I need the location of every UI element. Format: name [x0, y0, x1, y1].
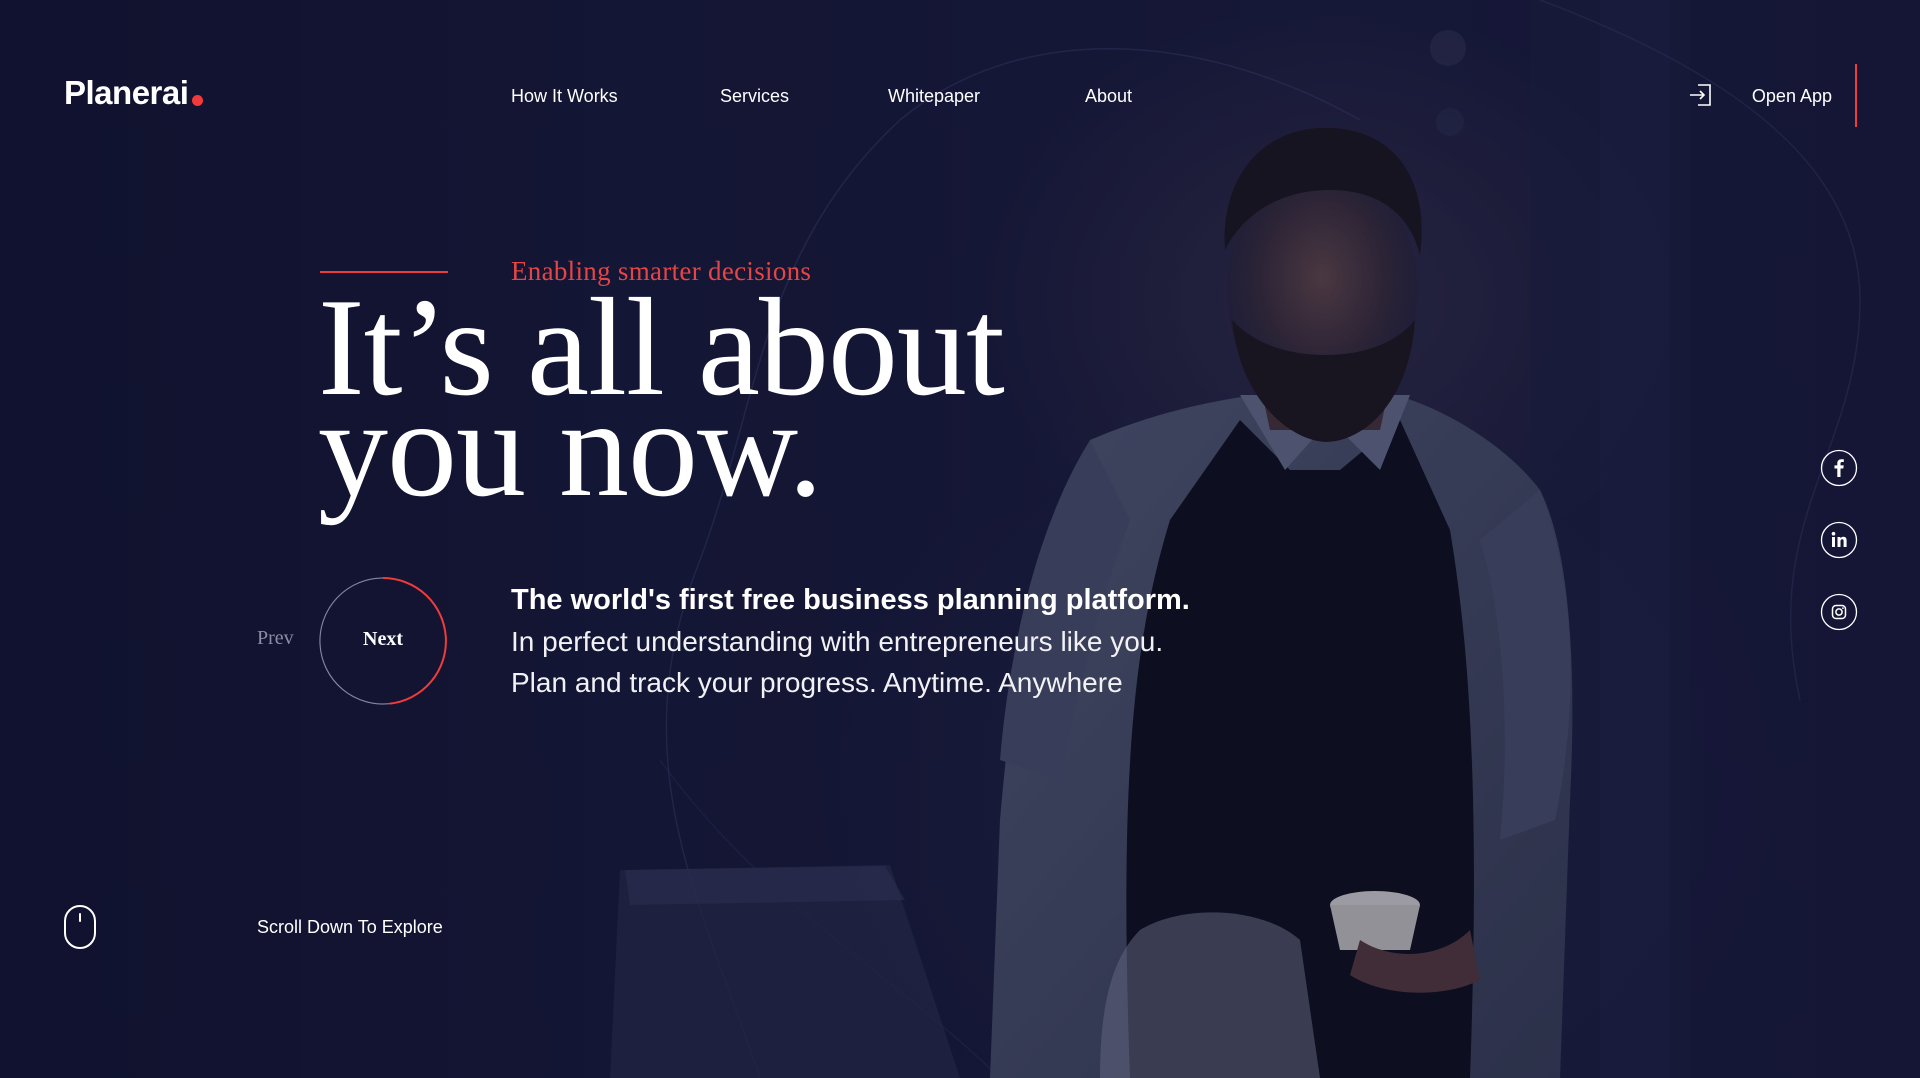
landing-page: Planerai How It Works Services Whitepape…: [0, 0, 1920, 1078]
tagline-line-2: In perfect understanding with entreprene…: [511, 626, 1164, 657]
mouse-icon[interactable]: [63, 904, 97, 950]
brand-logo[interactable]: Planerai: [64, 74, 204, 112]
next-button[interactable]: Next: [318, 628, 448, 651]
brand-dot: [192, 95, 204, 106]
open-app-link[interactable]: Open App: [1752, 86, 1832, 107]
facebook-icon[interactable]: [1820, 449, 1858, 487]
nav-whitepaper[interactable]: Whitepaper: [888, 86, 980, 107]
header-accent-line: [1855, 64, 1857, 127]
instagram-icon[interactable]: [1820, 593, 1858, 631]
login-icon[interactable]: [1688, 82, 1714, 108]
tagline-headline: The world's first free business planning…: [511, 584, 1190, 616]
hero-tagline: The world's first free business planning…: [511, 580, 1271, 703]
scroll-down-link[interactable]: Scroll Down To Explore: [257, 917, 443, 938]
linkedin-icon[interactable]: [1820, 521, 1858, 559]
prev-button[interactable]: Prev: [257, 627, 294, 650]
nav-about[interactable]: About: [1085, 86, 1132, 107]
brand-name: Planerai: [64, 74, 189, 111]
hero-headline: It’s all about you now.: [318, 278, 1005, 519]
nav-how-it-works[interactable]: How It Works: [511, 86, 618, 107]
tagline-line-3: Plan and track your progress. Anytime. A…: [511, 667, 1123, 698]
nav-services[interactable]: Services: [720, 86, 789, 107]
